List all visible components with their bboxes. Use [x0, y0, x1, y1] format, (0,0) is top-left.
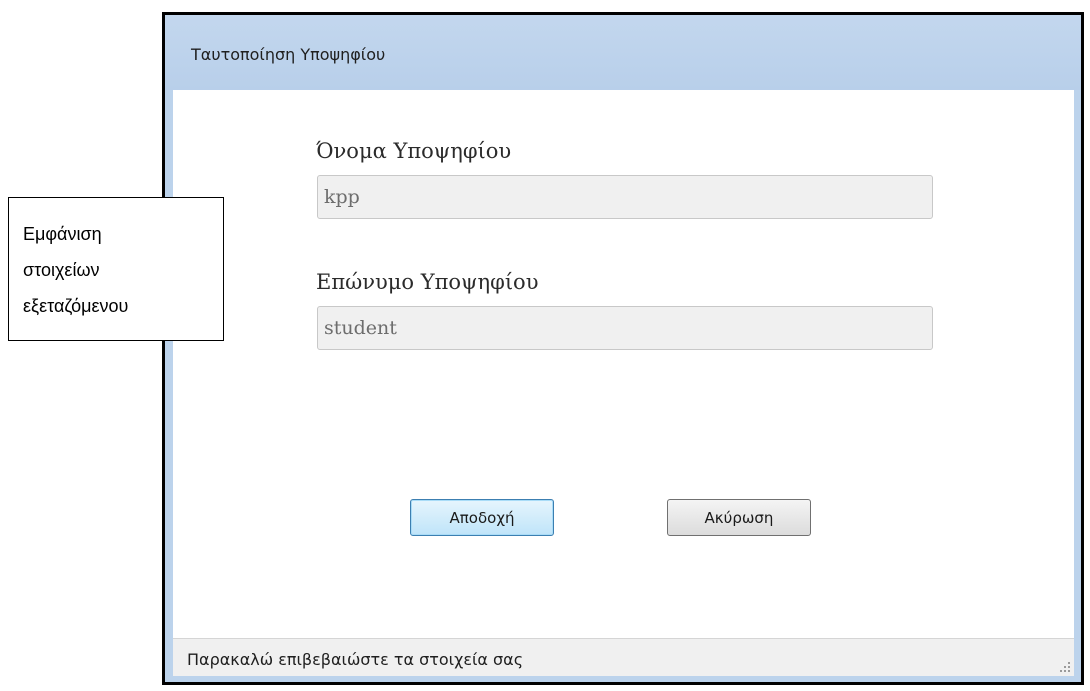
callout-line: Εμφάνιση [23, 224, 102, 244]
title-bar[interactable]: Ταυτοποίηση Υποψηφίου [165, 15, 1081, 90]
status-bar: Παρακαλώ επιβεβαιώστε τα στοιχεία σας [173, 638, 1074, 676]
cancel-button[interactable]: Ακύρωση [667, 499, 811, 536]
window-content: Όνομα Υποψηφίου Επώνυμο Υποψηφίου Αποδοχ… [173, 90, 1074, 638]
window-title: Ταυτοποίηση Υποψηφίου [191, 45, 386, 64]
last-name-field[interactable] [317, 306, 933, 350]
callout-line: εξεταζόμενου [23, 296, 129, 316]
status-text: Παρακαλώ επιβεβαιώστε τα στοιχεία σας [187, 650, 524, 669]
identification-window: Ταυτοποίηση Υποψηφίου Όνομα Υποψηφίου Επ… [162, 12, 1084, 685]
accept-button[interactable]: Αποδοχή [410, 499, 554, 536]
callout-line: στοιχείων [23, 260, 100, 280]
annotation-callout: Εμφάνιση στοιχείων εξεταζόμενου [8, 197, 224, 341]
last-name-label: Επώνυμο Υποψηφίου [316, 270, 539, 294]
resize-grip-icon[interactable] [1058, 660, 1070, 672]
first-name-field[interactable] [317, 175, 933, 219]
first-name-label: Όνομα Υποψηφίου [316, 139, 512, 163]
